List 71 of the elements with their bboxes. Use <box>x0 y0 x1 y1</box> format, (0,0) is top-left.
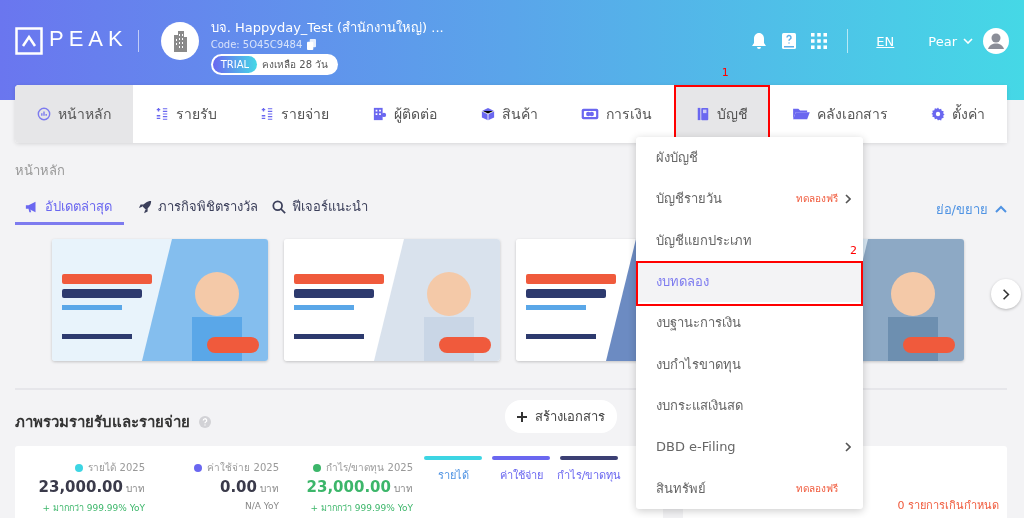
legend-label: รายได้ <box>437 468 469 484</box>
list-icon <box>154 107 169 121</box>
section-title: ภาพรวมรายรับและรายจ่าย <box>15 412 190 433</box>
stat-amount: 0.00 <box>220 478 257 496</box>
breadcrumb: หน้าหลัก <box>15 162 66 180</box>
nav-tab[interactable]: รายรับ <box>132 85 239 143</box>
yoy-change: + มากกว่า 999.99% YoY <box>42 502 145 515</box>
book-icon <box>695 107 710 121</box>
apps-grid-icon[interactable] <box>811 32 828 50</box>
trial-remaining: คงเหลือ 28 วัน <box>261 58 330 72</box>
nav-tab[interactable]: คลังเอกสาร <box>769 85 910 143</box>
create-document-button[interactable]: สร้างเอกสาร <box>505 400 617 433</box>
nav-tab[interactable]: รายจ่าย <box>238 85 351 143</box>
yoy-change: N/A YoY <box>244 501 279 511</box>
caret-icon <box>963 38 973 44</box>
building-avatar-icon <box>160 22 199 60</box>
sub-tab[interactable]: ภารกิจพิชิตรางวัล <box>138 193 258 225</box>
settings-icon <box>931 107 946 121</box>
trial-badge: TRIAL <box>212 56 258 73</box>
currency-unit: บาท <box>126 482 145 496</box>
free-trial-label: ทดลองฟรี <box>796 481 838 496</box>
next-arrow-button[interactable] <box>991 279 1021 309</box>
annotation-number: 2 <box>850 243 857 257</box>
chevron-up-icon <box>995 205 1007 213</box>
chevron-right-icon <box>1002 287 1010 301</box>
legend-label: กำไร/ขาดทุน <box>556 468 622 484</box>
megaphone-icon <box>25 199 39 214</box>
menu-item[interactable]: DBD e-Filing <box>636 426 863 468</box>
folder-icon <box>791 107 810 121</box>
nav-tab[interactable]: สินค้า <box>458 85 560 143</box>
plus-icon <box>517 411 527 422</box>
stat-label: ค่าใช้จ่าย 2025 <box>207 461 279 475</box>
rocket-icon <box>138 199 152 214</box>
stat-amount: 23,000.00 <box>306 478 391 496</box>
free-trial-label: ทดลองฟรี <box>796 192 838 207</box>
menu-item[interactable]: งบกำไรขาดทุน <box>636 343 863 385</box>
copy-icon[interactable] <box>307 39 317 50</box>
user-avatar-icon[interactable] <box>983 28 1009 54</box>
menu-item[interactable]: งบกระแสเงินสด <box>636 384 863 427</box>
nav-tab[interactable]: ผู้ติดต่อ <box>351 85 459 143</box>
stat-label: กำไร/ขาดทุน 2025 <box>326 461 413 475</box>
nav-tab[interactable]: ตั้งค่า <box>909 85 1008 143</box>
menu-item[interactable]: บัญชีรายวัน ทดลองฟรี <box>636 178 863 220</box>
sub-tab[interactable]: อัปเดตล่าสุด <box>15 193 124 225</box>
menu-item[interactable]: งบฐานะการเงิน <box>636 302 863 344</box>
notification-bell-icon[interactable] <box>751 32 768 50</box>
search-icon <box>272 199 286 214</box>
stat-amount: 23,000.00 <box>38 478 123 496</box>
currency-unit: บาท <box>394 482 413 496</box>
building-icon <box>372 107 387 121</box>
legend-label: ค่าใช้จ่าย <box>499 468 543 484</box>
menu-item[interactable]: บัญชีแยกประเภท <box>636 219 839 261</box>
overdue-count: 0 รายการเกินกำหนด <box>897 498 999 514</box>
company-name: บจ. Happyday_Test (สำนักงานใหญ่) ... <box>210 19 444 37</box>
help-book-icon[interactable] <box>781 32 798 50</box>
banknote-icon <box>581 107 600 121</box>
sub-tab[interactable]: ฟีเจอร์แนะนำ <box>272 193 368 225</box>
logo-text: PEAK <box>49 26 128 52</box>
menu-item[interactable]: งบทดลอง <box>636 260 863 303</box>
logo-icon <box>15 27 43 55</box>
chart-circle-icon <box>36 107 51 121</box>
nav-tab[interactable]: หน้าหลัก <box>15 85 133 143</box>
stat-label: รายได้ 2025 <box>88 461 145 475</box>
list-icon <box>260 107 275 121</box>
annotation-number: 1 <box>721 66 729 79</box>
nav-tab[interactable]: การเงิน <box>559 85 675 143</box>
box-icon <box>480 107 495 121</box>
menu-item[interactable]: สินทรัพย์ ทดลองฟรี <box>636 467 863 509</box>
yoy-change: + มากกว่า 999.99% YoY <box>310 502 413 515</box>
company-code: Code: 5O45C9484 <box>210 39 303 50</box>
currency-unit: บาท <box>260 482 279 496</box>
